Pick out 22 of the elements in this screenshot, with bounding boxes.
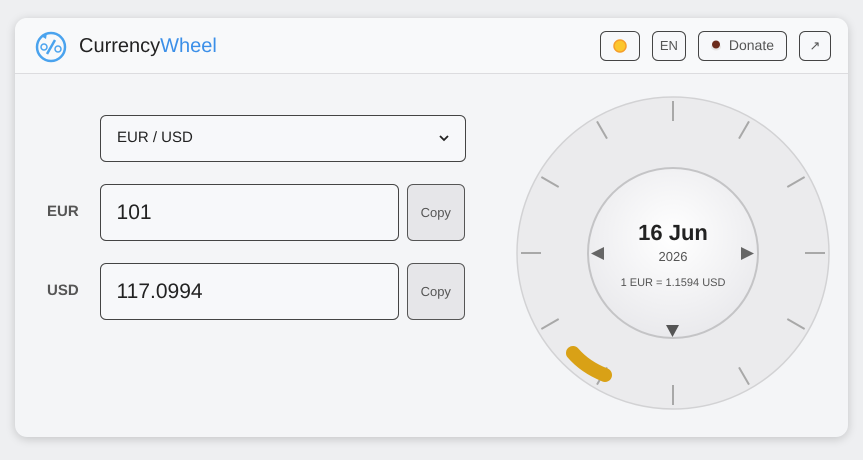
next-arrow-icon[interactable] — [741, 247, 754, 260]
sun-icon — [612, 38, 627, 52]
year-text: 2026 — [658, 248, 688, 266]
chevron-down-icon — [439, 135, 449, 142]
currency-label: USD — [47, 281, 80, 302]
currency-label: EUR — [47, 202, 80, 222]
donate-button[interactable]: Donate — [698, 30, 787, 60]
amount-input[interactable]: 117.0994 — [100, 263, 399, 320]
theme-button[interactable] — [600, 30, 640, 60]
wheel-handle[interactable] — [565, 345, 615, 385]
previous-arrow-icon[interactable] — [591, 247, 604, 260]
copy-button[interactable]: Copy — [406, 263, 465, 320]
coffee-icon — [710, 40, 721, 51]
down-arrow-icon[interactable] — [666, 325, 679, 337]
currency-pair-select[interactable]: EUR / USD — [100, 115, 466, 162]
rate-text: 1 EUR = 1.1594 USD — [620, 276, 726, 290]
date-text: 16 Jun — [638, 219, 708, 247]
popout-button[interactable]: ↗ — [799, 30, 831, 60]
copy-button[interactable]: Copy — [406, 184, 465, 241]
language-button[interactable]: EN — [652, 30, 686, 60]
amount-input[interactable]: 101 — [100, 184, 399, 241]
app-title: CurrencyWheel — [79, 34, 217, 58]
